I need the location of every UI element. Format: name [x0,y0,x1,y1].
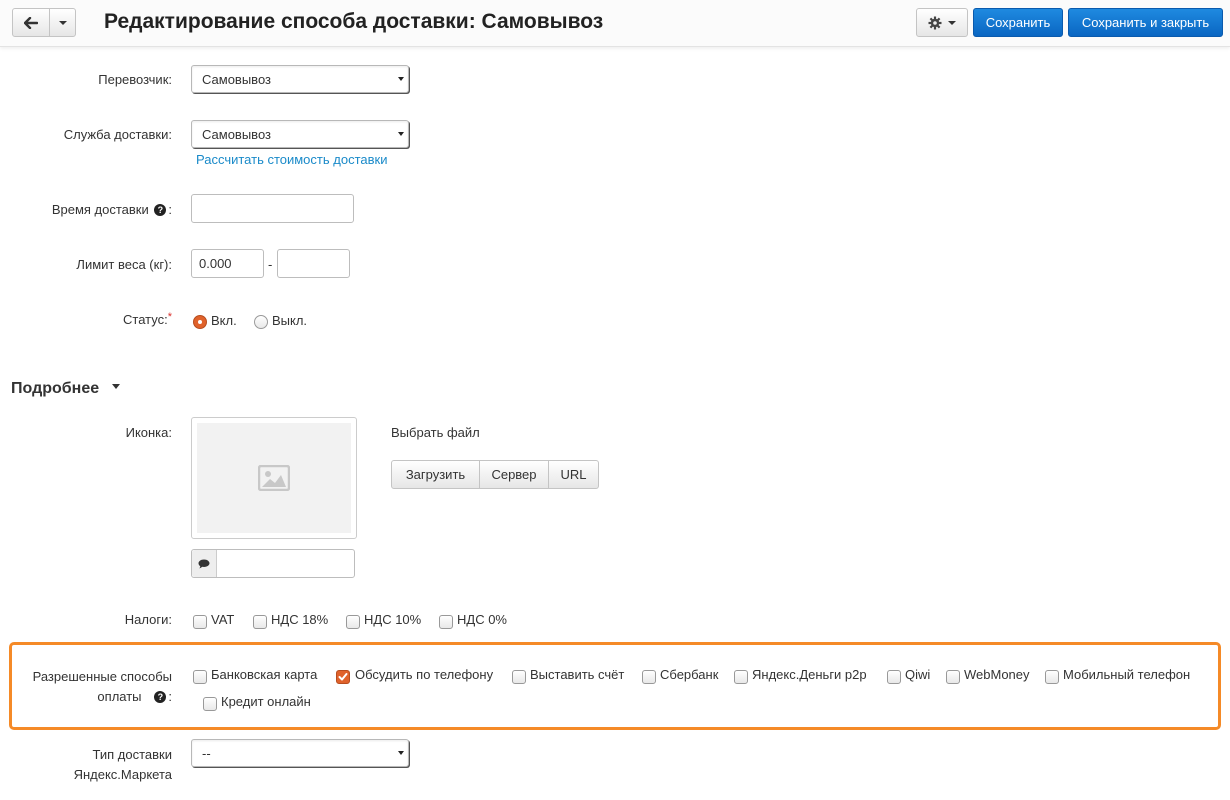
pay-sberbank-checkbox[interactable] [642,670,656,684]
market-type-label: Тип доставки Яндекс.Маркета [74,745,172,785]
pay-yandex-label: Яндекс.Деньги p2p [752,667,867,682]
help-icon[interactable]: ? [154,203,167,216]
gear-icon [928,16,942,29]
service-select-value: Самовывоз [202,126,271,142]
caret-down-icon [398,77,404,81]
status-label: Статус:* [123,311,172,327]
caret-down-icon [398,132,404,136]
carrier-label: Перевозчик: [98,72,172,87]
payment-methods-highlight [9,642,1221,730]
settings-button[interactable] [916,8,968,37]
save-button[interactable]: Сохранить [973,8,1063,37]
weight-max-input[interactable] [277,249,350,278]
comment-icon [198,559,210,568]
weight-limit-label: Лимит веса (кг): [76,257,172,272]
page-title: Редактирование способа доставки: Самовыв… [104,10,604,33]
carrier-select-value: Самовывоз [202,71,271,87]
pay-bank-card-label: Банковская карта [211,667,318,682]
caret-down-icon [58,20,67,25]
tax-18-checkbox[interactable] [253,615,267,629]
taxes-label: Налоги: [124,612,172,627]
pay-mobile-label: Мобильный телефон [1063,667,1191,682]
upload-button[interactable]: Загрузить [391,460,480,489]
tax-10-checkbox[interactable] [346,615,360,629]
url-button[interactable]: URL [548,460,599,489]
pay-webmoney-label: WebMoney [964,667,1030,682]
upload-button-group: Загрузить Сервер URL [391,460,599,489]
image-placeholder-icon [258,465,290,491]
icon-caption-field [191,549,355,578]
caret-down-icon [111,384,120,390]
service-select[interactable]: Самовывоз [191,120,409,148]
delivery-time-input[interactable] [191,194,354,223]
tax-0-label: НДС 0% [457,612,507,627]
server-button[interactable]: Сервер [479,460,549,489]
pay-qiwi-checkbox[interactable] [887,670,901,684]
tax-vat-label: VAT [211,612,235,627]
weight-separator: - [268,257,273,272]
back-button[interactable] [12,8,50,37]
pay-phone-label: Обсудить по телефону [355,667,494,682]
pay-yandex-checkbox[interactable] [734,670,748,684]
status-on-radio[interactable] [193,315,207,329]
required-mark: * [167,311,172,323]
service-label: Служба доставки: [63,127,172,142]
pay-webmoney-checkbox[interactable] [946,670,960,684]
status-label-text: Статус: [123,312,168,327]
status-on-label: Вкл. [211,313,237,328]
pay-credit-label: Кредит онлайн [221,694,311,709]
tax-0-checkbox[interactable] [439,615,453,629]
carrier-select[interactable]: Самовывоз [191,65,409,93]
market-type-label-line2: Яндекс.Маркета [73,767,172,782]
back-dropdown-button[interactable] [49,8,76,37]
pay-invoice-checkbox[interactable] [512,670,526,684]
market-type-select[interactable]: -- [191,739,409,767]
status-off-label: Выкл. [272,313,308,328]
delivery-time-label: Время доставки ?: [51,202,172,217]
payment-label-line1: Разрешенные способы [32,669,172,684]
calculate-cost-link[interactable]: Рассчитать стоимость доставки [196,152,387,167]
pay-credit-checkbox[interactable] [203,697,217,711]
caption-addon [192,550,217,577]
top-bar: Редактирование способа доставки: Самовыв… [0,0,1230,47]
help-icon[interactable]: ? [154,690,167,703]
tax-10-label: НДС 10% [364,612,422,627]
pay-invoice-label: Выставить счёт [530,667,625,682]
payment-label-line2: оплаты ?: [97,689,172,704]
details-section-toggle[interactable]: Подробнее [11,380,120,398]
save-and-close-button[interactable]: Сохранить и закрыть [1068,8,1223,37]
icon-caption-input[interactable] [217,550,354,577]
market-type-label-line1: Тип доставки [92,747,173,762]
pay-phone-checkbox[interactable] [336,670,350,684]
choose-file-label: Выбрать файл [391,425,480,440]
payment-methods-label: Разрешенные способы оплаты ?: [33,667,172,707]
caret-down-icon [948,20,956,25]
icon-label: Иконка: [125,425,172,440]
market-type-select-value: -- [202,745,211,761]
caret-down-icon [398,751,404,755]
pay-sberbank-label: Сбербанк [660,667,719,682]
status-off-radio[interactable] [254,315,268,329]
pay-bank-card-checkbox[interactable] [193,670,207,684]
pay-qiwi-label: Qiwi [905,667,931,682]
delivery-time-label-text: Время доставки [51,202,149,217]
icon-preview [191,417,357,539]
checkmark-icon [338,673,348,681]
tax-vat-checkbox[interactable] [193,615,207,629]
weight-min-input[interactable]: 0.000 [191,249,264,278]
pay-mobile-checkbox[interactable] [1045,670,1059,684]
details-title: Подробнее [11,380,100,397]
tax-18-label: НДС 18% [271,612,329,627]
arrow-left-icon [24,16,38,29]
